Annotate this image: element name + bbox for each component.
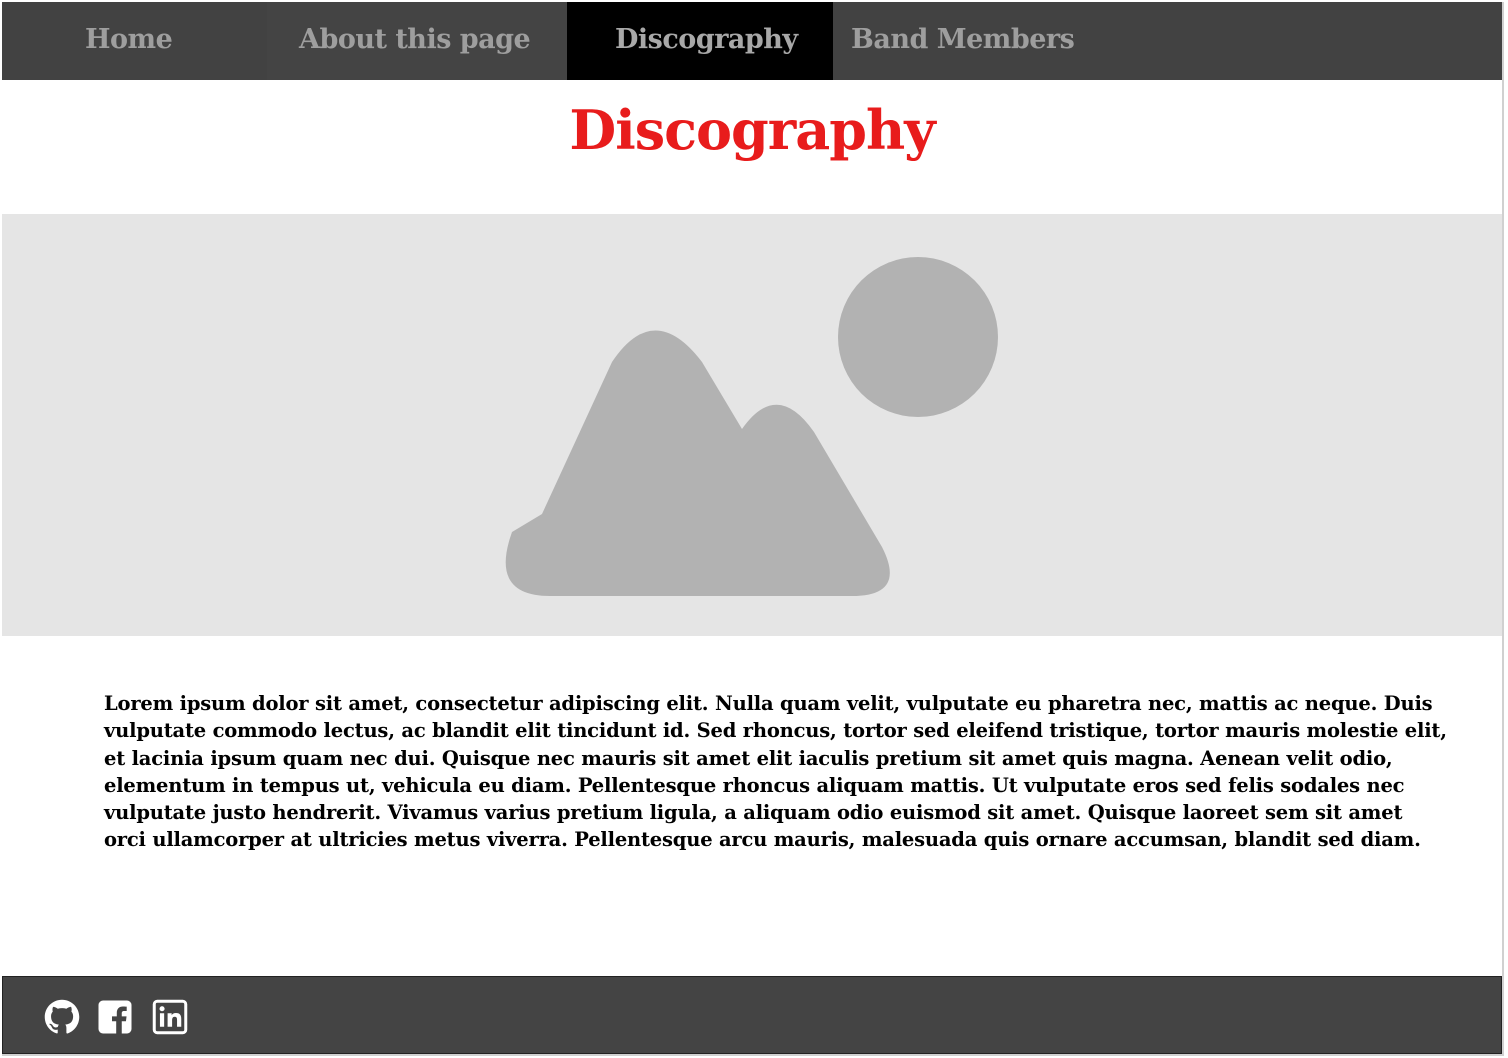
linkedin-icon[interactable] [152, 999, 188, 1035]
body-paragraph: Lorem ipsum dolor sit amet, consectetur … [104, 692, 1447, 852]
nav-item-discography[interactable]: Discography [567, 2, 833, 80]
hero-image [2, 214, 1502, 636]
github-icon[interactable] [44, 999, 80, 1035]
image-placeholder-icon [505, 257, 998, 596]
nav-item-home[interactable]: Home [2, 2, 267, 80]
footer [2, 976, 1502, 1054]
nav-item-label: About this page [299, 24, 531, 55]
page-title: Discography [569, 98, 935, 162]
nav-item-band-members[interactable]: Band Members [833, 2, 1133, 80]
nav-item-label: Band Members [851, 24, 1075, 55]
nav-item-label: Home [85, 24, 173, 55]
nav-item-label: Discography [615, 24, 798, 55]
top-navbar: Home About this page Discography Band Me… [2, 2, 1502, 80]
mountains-shape [505, 330, 890, 596]
facebook-icon[interactable] [97, 999, 133, 1035]
sun-shape [838, 257, 998, 417]
nav-item-about[interactable]: About this page [267, 2, 567, 80]
page: Home About this page Discography Band Me… [2, 2, 1504, 1056]
